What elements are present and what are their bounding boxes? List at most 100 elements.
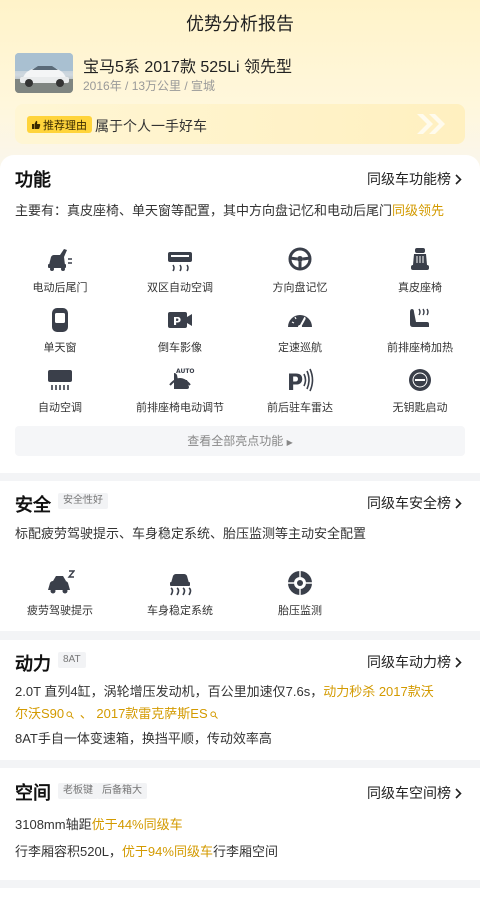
- safety-item[interactable]: 胎压监测: [240, 568, 360, 628]
- feature-label: 单天窗: [43, 342, 77, 354]
- power-rank-label: 同级车动力榜: [367, 654, 451, 670]
- view-all-features-button[interactable]: 查看全部亮点功能 ▶: [15, 426, 465, 456]
- recommend-reason: 推荐理由 属于个人一手好车: [15, 104, 465, 144]
- feature-label: 方向盘记忆: [272, 282, 328, 294]
- feature-item[interactable]: 真皮座椅: [360, 245, 480, 305]
- power-compare-link[interactable]: 动力秒杀 2017款沃: [323, 684, 434, 699]
- safety-grid: 疲劳驾驶提示 车身稳定系统 胎压监测: [0, 568, 480, 628]
- power-line-1-text: 2.0T 直列4缸，涡轮增压发动机，百公里加速仅7.6s，: [15, 684, 324, 699]
- view-all-features-label: 查看全部亮点功能: [187, 434, 284, 448]
- feature-label: 前后驻车雷达: [267, 402, 333, 414]
- safety-summary: 标配疲劳驾驶提示、车身稳定系统、胎压监测等主动安全配置: [15, 526, 367, 541]
- feature-item[interactable]: 方向盘记忆: [240, 245, 360, 305]
- safety-tag: 安全性好: [58, 493, 108, 509]
- function-summary-text: 主要有：真皮座椅、单天窗等配置，其中方向盘记忆和电动后尾门: [15, 203, 393, 218]
- feature-item[interactable]: 双区自动空调: [120, 245, 240, 305]
- space-card: 空间 老板键 后备箱大 同级车空间榜 3108mm轴距优于44%同级车 行李厢容…: [0, 768, 480, 880]
- function-summary: 主要有：真皮座椅、单天窗等配置，其中方向盘记忆和电动后尾门同级领先: [15, 200, 444, 222]
- parking-camera-icon: P: [168, 312, 192, 328]
- feature-label: 前排座椅电动调节: [136, 402, 224, 414]
- safety-rank-link[interactable]: 同级车安全榜: [367, 493, 462, 513]
- feature-label: 倒车影像: [158, 342, 202, 354]
- page-title: 优势分析报告: [186, 14, 294, 34]
- auto-ac-icon: [48, 370, 72, 390]
- car-name: 宝马5系 2017款 525Li 领先型: [83, 59, 292, 76]
- feature-label: 自动空调: [38, 402, 82, 414]
- chevron-right-icon: [455, 497, 462, 509]
- tire-pressure-icon: [288, 571, 312, 595]
- safety-title: 安全: [15, 495, 51, 515]
- power-title: 动力: [15, 654, 51, 674]
- space-rank-link[interactable]: 同级车空间榜: [367, 783, 462, 803]
- sunroof-icon: [52, 308, 68, 332]
- safety-rank-label: 同级车安全榜: [367, 495, 451, 511]
- safety-label: 车身稳定系统: [147, 605, 213, 617]
- function-card: 功能 同级车功能榜 主要有：真皮座椅、单天窗等配置，其中方向盘记忆和电动后尾门同…: [0, 155, 480, 473]
- steering-wheel-icon: [288, 247, 312, 271]
- space-line-2-text: 行李厢容积520L，: [15, 844, 122, 859]
- safety-label: 胎压监测: [278, 605, 322, 617]
- svg-text:P: P: [287, 371, 303, 395]
- svg-text:P: P: [173, 315, 181, 328]
- chevron-right-icon: [455, 173, 462, 185]
- dual-climate-icon: [168, 252, 192, 272]
- space-rank-label: 同级车空间榜: [367, 785, 451, 801]
- function-title: 功能: [15, 170, 51, 190]
- feature-item[interactable]: 无钥匙启动: [360, 365, 480, 425]
- power-line-1: 2.0T 直列4缸，涡轮增压发动机，百公里加速仅7.6s，动力秒杀 2017款沃: [15, 681, 434, 703]
- recommend-tag: 推荐理由: [27, 116, 92, 133]
- next-card-edge: [0, 888, 480, 921]
- space-line-1: 3108mm轴距优于44%同级车: [15, 814, 183, 836]
- car-tailgate-icon: [48, 249, 72, 271]
- feature-item[interactable]: 单天窗: [0, 305, 120, 365]
- chevron-right-icon: [455, 656, 462, 668]
- safety-item[interactable]: 疲劳驾驶提示: [0, 568, 120, 628]
- seat-heating-icon: [410, 308, 429, 327]
- space-line-1-highlight: 优于44%同级车: [91, 817, 183, 832]
- function-rank-link[interactable]: 同级车功能榜: [367, 169, 462, 189]
- feature-item[interactable]: P 前后驻车雷达: [240, 365, 360, 425]
- feature-label: 双区自动空调: [147, 282, 213, 294]
- function-summary-highlight: 同级领先: [392, 203, 445, 218]
- recommend-tag-label: 推荐理由: [43, 119, 87, 132]
- safety-label: 疲劳驾驶提示: [27, 605, 93, 617]
- power-rank-link[interactable]: 同级车动力榜: [367, 652, 462, 672]
- feature-label: 定速巡航: [278, 342, 322, 354]
- power-seat-icon: AUTO: [169, 368, 195, 389]
- safety-item[interactable]: 车身稳定系统: [120, 568, 240, 628]
- space-tag: 老板键: [58, 783, 98, 799]
- keyless-start-icon: [409, 369, 431, 391]
- function-grid: 电动后尾门 双区自动空调 方向盘记忆 真皮座椅 单天窗 P 倒车影像 定速巡航 …: [0, 245, 480, 425]
- space-line-2-suffix: 行李厢空间: [212, 844, 278, 859]
- power-tag: 8AT: [58, 652, 86, 668]
- power-compare-lexus[interactable]: 2017款雷克萨斯ES: [96, 706, 207, 721]
- space-line-1-text: 3108mm轴距: [15, 817, 92, 832]
- cruise-control-icon: [288, 315, 312, 329]
- stability-control-icon: [170, 574, 192, 596]
- power-line-3: 8AT手自一体变速箱，换挡平顺，传动效率高: [15, 731, 272, 746]
- car-meta: 2016年 / 13万公里 / 宣城: [83, 79, 216, 93]
- feature-item[interactable]: 电动后尾门: [0, 245, 120, 305]
- power-line-2: 尔沃S90 、 2017款雷克萨斯ES: [15, 703, 218, 725]
- svg-text:AUTO: AUTO: [176, 368, 195, 375]
- search-icon: [210, 710, 218, 719]
- feature-item[interactable]: 定速巡航: [240, 305, 360, 365]
- space-tag: 后备箱大: [97, 783, 147, 799]
- power-compare-volvo[interactable]: 尔沃S90: [15, 706, 64, 721]
- car-photo[interactable]: [15, 53, 73, 93]
- feature-item[interactable]: P 倒车影像: [120, 305, 240, 365]
- feature-item[interactable]: AUTO 前排座椅电动调节: [120, 365, 240, 425]
- feature-label: 电动后尾门: [32, 282, 88, 294]
- recommend-text: 属于个人一手好车: [95, 118, 207, 134]
- power-compare-sep: 、: [76, 706, 97, 721]
- feature-item[interactable]: 前排座椅加热: [360, 305, 480, 365]
- feature-label: 真皮座椅: [398, 282, 442, 294]
- feature-label: 前排座椅加热: [387, 342, 453, 354]
- space-line-2: 行李厢容积520L，优于94%同级车行李厢空间: [15, 841, 278, 863]
- power-card: 动力 8AT 同级车动力榜 2.0T 直列4缸，涡轮增压发动机，百公里加速仅7.…: [0, 640, 480, 760]
- feature-item[interactable]: 自动空调: [0, 365, 120, 425]
- safety-card: 安全 安全性好 同级车安全榜 标配疲劳驾驶提示、车身稳定系统、胎压监测等主动安全…: [0, 481, 480, 631]
- feature-label: 无钥匙启动: [392, 402, 448, 414]
- space-title: 空间: [15, 783, 51, 803]
- double-chevron-icon: [417, 114, 445, 134]
